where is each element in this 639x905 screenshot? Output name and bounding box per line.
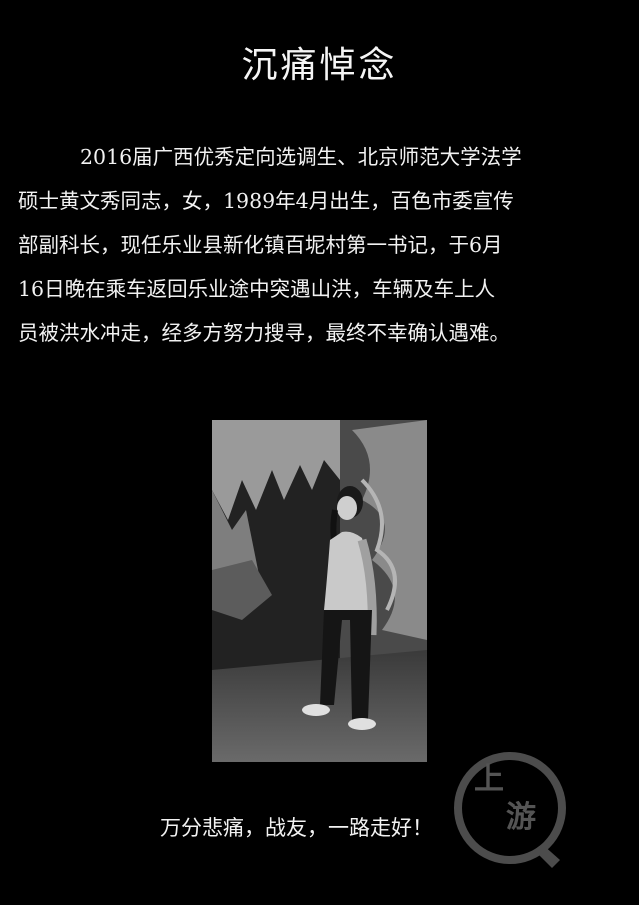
watermark-char: 上 (474, 762, 504, 797)
watermark-char: 游 (506, 800, 536, 835)
memorial-photo-illustration (212, 420, 427, 762)
closing-message: 万分悲痛，战友，一路走好！ (160, 816, 433, 840)
obituary-line: 部副科长，现任乐业县新化镇百坭村第一书记，于6月 (18, 233, 503, 257)
page-title: 沉痛悼念 (241, 45, 398, 86)
shangyou-watermark-logo: 上 游 (448, 748, 572, 872)
obituary-paragraph: 2016届广西优秀定向选调生、北京师范大学法学 硕士黄文秀同志，女，1989年4… (18, 135, 626, 355)
obituary-line: 2016届广西优秀定向选调生、北京师范大学法学 (80, 145, 522, 169)
obituary-line: 16日晚在乘车返回乐业途中突遇山洪，车辆及车上人 (18, 277, 496, 301)
obituary-line: 硕士黄文秀同志，女，1989年4月出生，百色市委宣传 (18, 189, 514, 213)
memorial-photo (212, 420, 427, 762)
obituary-line: 员被洪水冲走，经多方努力搜寻，最终不幸确认遇难。 (18, 321, 510, 345)
